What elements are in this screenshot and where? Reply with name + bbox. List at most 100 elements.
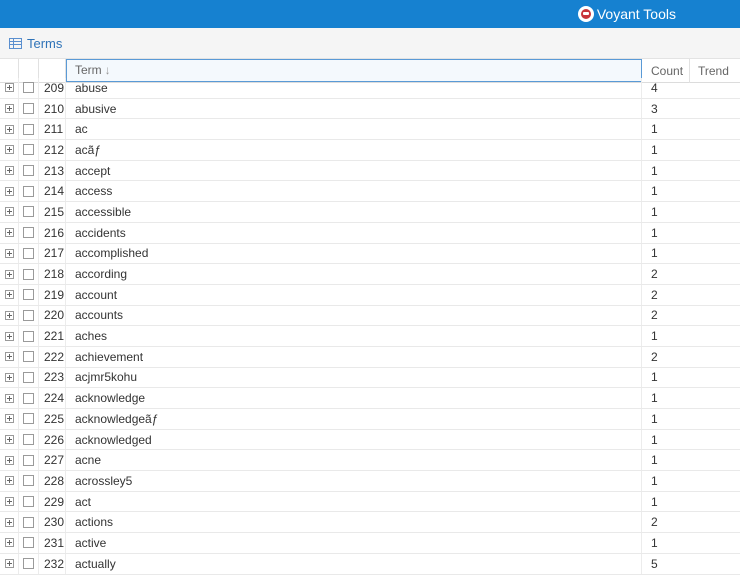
expand-plus-icon[interactable] bbox=[4, 559, 14, 569]
expand-plus-icon[interactable] bbox=[4, 455, 14, 465]
row-checkbox[interactable] bbox=[23, 103, 34, 115]
term-cell[interactable]: ac bbox=[66, 119, 642, 140]
expand-plus-icon[interactable] bbox=[4, 517, 14, 527]
row-expander-cell[interactable] bbox=[0, 264, 19, 284]
term-cell[interactable]: accidents bbox=[66, 222, 642, 243]
row-checkbox-cell[interactable] bbox=[19, 471, 39, 491]
row-expander-cell[interactable] bbox=[0, 388, 19, 408]
row-checkbox[interactable] bbox=[23, 496, 34, 508]
term-cell[interactable]: abusive bbox=[66, 98, 642, 119]
expand-plus-icon[interactable] bbox=[4, 476, 14, 486]
row-checkbox[interactable] bbox=[23, 123, 34, 135]
row-checkbox[interactable] bbox=[23, 516, 34, 528]
expand-plus-icon[interactable] bbox=[4, 497, 14, 507]
row-checkbox-cell[interactable] bbox=[19, 78, 39, 98]
row-expander-cell[interactable] bbox=[0, 181, 19, 202]
expand-plus-icon[interactable] bbox=[4, 269, 14, 279]
row-checkbox-cell[interactable] bbox=[19, 429, 39, 450]
row-expander-cell[interactable] bbox=[0, 553, 19, 574]
row-checkbox[interactable] bbox=[23, 475, 34, 487]
row-checkbox-cell[interactable] bbox=[19, 243, 39, 264]
table-row[interactable]: 221 aches 1 bbox=[0, 326, 740, 347]
table-row[interactable]: 231 active 1 bbox=[0, 533, 740, 554]
table-row[interactable]: 228 acrossley5 1 bbox=[0, 471, 740, 492]
row-expander-cell[interactable] bbox=[0, 409, 19, 429]
term-cell[interactable]: actually bbox=[66, 553, 642, 574]
row-expander-cell[interactable] bbox=[0, 119, 19, 140]
expand-plus-icon[interactable] bbox=[4, 310, 14, 320]
row-expander-cell[interactable] bbox=[0, 346, 19, 367]
row-checkbox-cell[interactable] bbox=[19, 409, 39, 429]
expand-plus-icon[interactable] bbox=[4, 207, 14, 217]
table-row[interactable]: 229 act 1 bbox=[0, 491, 740, 513]
term-cell[interactable]: acne bbox=[66, 450, 642, 471]
term-cell[interactable]: acknowledged bbox=[66, 429, 642, 450]
row-checkbox-cell[interactable] bbox=[19, 305, 39, 326]
table-row[interactable]: 216 accidents 1 bbox=[0, 222, 740, 244]
row-checkbox-cell[interactable] bbox=[19, 367, 39, 388]
table-row[interactable]: 227 acne 1 bbox=[0, 450, 740, 472]
expand-plus-icon[interactable] bbox=[4, 186, 14, 196]
row-expander-cell[interactable] bbox=[0, 367, 19, 388]
row-checkbox-cell[interactable] bbox=[19, 98, 39, 119]
row-expander-cell[interactable] bbox=[0, 533, 19, 553]
row-checkbox[interactable] bbox=[23, 330, 34, 342]
expand-plus-icon[interactable] bbox=[4, 393, 14, 403]
row-checkbox-cell[interactable] bbox=[19, 160, 39, 181]
row-expander-cell[interactable] bbox=[0, 160, 19, 181]
row-checkbox[interactable] bbox=[23, 144, 34, 156]
term-cell[interactable]: accounts bbox=[66, 305, 642, 326]
row-checkbox-cell[interactable] bbox=[19, 326, 39, 346]
row-checkbox[interactable] bbox=[23, 227, 34, 239]
table-row[interactable]: 212 acãƒ 1 bbox=[0, 140, 740, 161]
row-checkbox[interactable] bbox=[23, 371, 34, 383]
table-row[interactable]: 223 acjmr5kohu 1 bbox=[0, 367, 740, 389]
term-cell[interactable]: acknowledgeãƒ bbox=[66, 409, 642, 429]
row-checkbox[interactable] bbox=[23, 309, 34, 321]
row-expander-cell[interactable] bbox=[0, 222, 19, 243]
row-checkbox[interactable] bbox=[23, 247, 34, 259]
table-row[interactable]: 213 accept 1 bbox=[0, 160, 740, 182]
table-row[interactable]: 219 account 2 bbox=[0, 284, 740, 306]
row-expander-cell[interactable] bbox=[0, 305, 19, 326]
expand-plus-icon[interactable] bbox=[4, 331, 14, 341]
row-checkbox-cell[interactable] bbox=[19, 140, 39, 160]
row-expander-cell[interactable] bbox=[0, 471, 19, 491]
table-row[interactable]: 220 accounts 2 bbox=[0, 305, 740, 327]
row-checkbox-cell[interactable] bbox=[19, 388, 39, 408]
expand-plus-icon[interactable] bbox=[4, 104, 14, 114]
table-row[interactable]: 209 abuse 4 bbox=[0, 78, 740, 99]
row-checkbox[interactable] bbox=[23, 454, 34, 466]
expand-plus-icon[interactable] bbox=[4, 414, 14, 424]
term-cell[interactable]: acknowledge bbox=[66, 388, 642, 408]
row-checkbox-cell[interactable] bbox=[19, 346, 39, 367]
table-row[interactable]: 211 ac 1 bbox=[0, 119, 740, 141]
row-checkbox-cell[interactable] bbox=[19, 553, 39, 574]
row-expander-cell[interactable] bbox=[0, 491, 19, 512]
term-cell[interactable]: active bbox=[66, 533, 642, 553]
expand-plus-icon[interactable] bbox=[4, 538, 14, 548]
row-checkbox[interactable] bbox=[23, 413, 34, 425]
row-checkbox[interactable] bbox=[23, 165, 34, 177]
row-checkbox-cell[interactable] bbox=[19, 222, 39, 243]
term-cell[interactable]: account bbox=[66, 284, 642, 305]
row-checkbox-cell[interactable] bbox=[19, 450, 39, 471]
term-cell[interactable]: actions bbox=[66, 512, 642, 533]
term-cell[interactable]: acãƒ bbox=[66, 140, 642, 160]
table-row[interactable]: 215 accessible 1 bbox=[0, 202, 740, 223]
row-expander-cell[interactable] bbox=[0, 140, 19, 160]
row-checkbox[interactable] bbox=[23, 537, 34, 549]
row-checkbox-cell[interactable] bbox=[19, 284, 39, 305]
row-checkbox-cell[interactable] bbox=[19, 202, 39, 222]
expand-plus-icon[interactable] bbox=[4, 145, 14, 155]
row-checkbox[interactable] bbox=[23, 82, 34, 94]
table-row[interactable]: 217 accomplished 1 bbox=[0, 243, 740, 265]
row-checkbox-cell[interactable] bbox=[19, 512, 39, 533]
row-expander-cell[interactable] bbox=[0, 326, 19, 346]
panel-title[interactable]: Terms bbox=[27, 36, 62, 51]
expand-plus-icon[interactable] bbox=[4, 124, 14, 134]
expand-plus-icon[interactable] bbox=[4, 83, 14, 93]
row-expander-cell[interactable] bbox=[0, 512, 19, 533]
row-checkbox[interactable] bbox=[23, 206, 34, 218]
expand-plus-icon[interactable] bbox=[4, 290, 14, 300]
